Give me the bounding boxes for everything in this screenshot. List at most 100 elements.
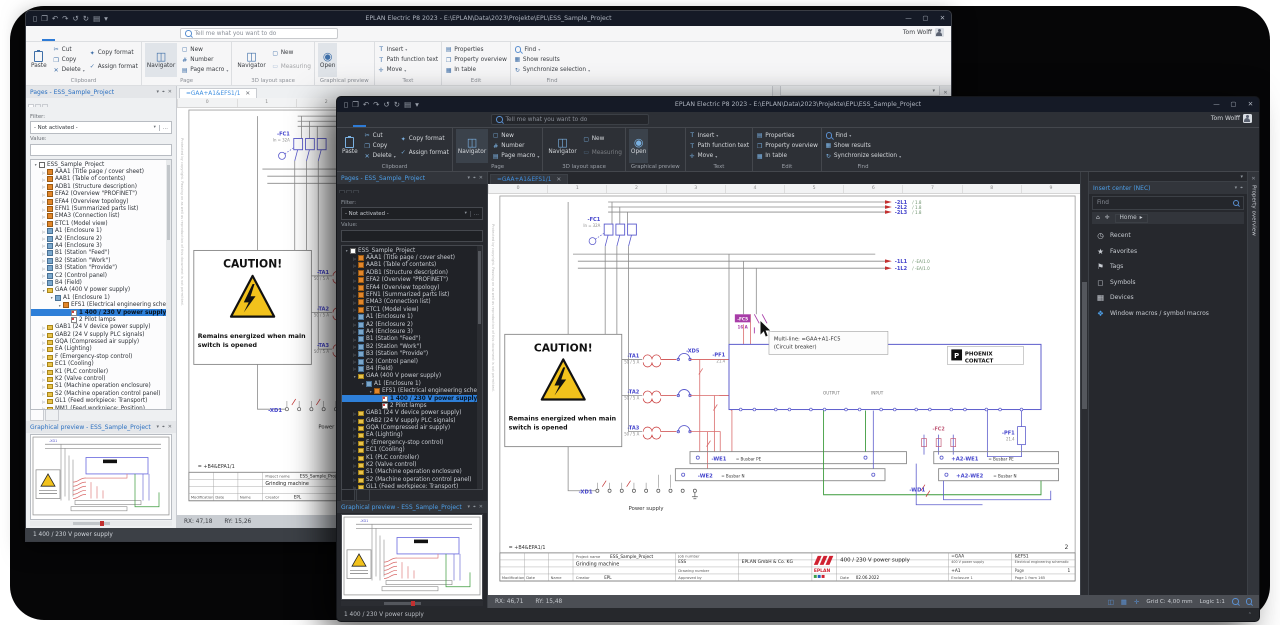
editor-vertical-scrollbar[interactable] [1080,172,1088,595]
tree-item[interactable]: ▷ A1 (Enclosure 1) [31,228,171,235]
home-icon[interactable]: ⌂ [1096,215,1100,221]
layout-navigator-button[interactable]: ◫Navigator [546,129,578,163]
ribbon-tab[interactable] [418,112,431,127]
tree-item[interactable]: ▷ EMA3 (Connection list) [342,299,482,306]
tree-item[interactable]: ▾ A1 (Enclosure 1) [31,294,171,301]
qat-icon[interactable]: ❐ [352,97,359,112]
tree-item[interactable]: ▷ K2 (Valve control) [31,375,171,382]
page-navigator-button[interactable]: ◫Navigator [456,129,488,163]
qat-icon[interactable]: ▤ [93,11,100,26]
cut-button[interactable]: ✂Cut [53,46,85,53]
close-button[interactable]: ✕ [934,11,951,26]
tree-item[interactable]: ▷ EC1 (Cooling) [31,361,171,368]
qat-icon[interactable]: ▾ [104,11,108,26]
measuring-button[interactable]: ▭Measuring [583,149,622,156]
minimize-button[interactable]: — [900,11,917,26]
preview-scrollbar[interactable] [30,521,172,526]
tree-item[interactable]: ▷ B2 (Station "Work") [31,257,171,264]
qat-icon[interactable]: ↶ [52,11,58,26]
tree-item[interactable]: 1 400 / 230 V power supply [31,309,171,316]
maximize-button[interactable]: ▢ [1225,97,1242,112]
layout-new-button[interactable]: ▢New [272,50,311,57]
qat-icon[interactable]: ↺ [72,11,78,26]
tree-item[interactable]: ▷ GAB2 (24 V supply PLC signals) [342,417,482,424]
page-macro-button[interactable]: ▤Page macro▾ [181,67,228,74]
editor-canvas[interactable]: Protected by copyright. Passing on as we… [488,194,1080,595]
tree-item[interactable]: ▷ B4 (Field) [342,365,482,372]
tree-item[interactable]: ▷ EFN1 (Summarized parts list) [342,291,482,298]
panel-pin-icon[interactable]: ⌖ [162,424,165,430]
ribbon-tab[interactable] [146,26,159,41]
panel-pin-icon[interactable]: ⌖ [1240,185,1243,191]
panel-menu-icon[interactable]: ▾ [156,89,159,95]
panel-pin-icon[interactable]: ⌖ [162,89,165,95]
tree-list-tab[interactable] [45,410,59,421]
qat-icon[interactable]: ❐ [41,11,48,26]
tree-item[interactable]: ▷ A2 (Enclosure 2) [342,321,482,328]
panel-close-icon[interactable]: ✕ [168,424,172,430]
tree-item[interactable]: ▷ B4 (Field) [31,279,171,286]
synchronize-selection-button[interactable]: ↻Synchronize selection▾ [825,153,901,160]
qat-icon[interactable]: ▯ [33,11,37,26]
graphical-preview-canvas[interactable]: -XD1 [30,434,172,520]
ribbon-tab[interactable] [42,26,55,41]
tree-item[interactable]: ▷ EFA2 (Overview "PROFINET") [31,191,171,198]
filter-more-button[interactable]: ... [159,125,168,131]
ribbon-tab[interactable] [457,112,470,127]
find-button[interactable]: Find▾ [825,132,901,139]
assign-format-button[interactable]: ✓Assign format [89,63,138,70]
path-function-text-button[interactable]: TPath function text [689,143,750,150]
properties-button[interactable]: ▤Properties [756,132,818,139]
copy-format-button[interactable]: ✦Copy format [400,136,449,143]
tree-item[interactable]: ▾ A1 (Enclosure 1) [342,380,482,387]
ribbon-tab[interactable] [133,26,146,41]
ribbon-search[interactable]: Tell me what you want to do [180,28,338,39]
zoom-in-icon[interactable] [1232,598,1239,605]
tree-item[interactable]: ▷ ADB1 (Structure description) [342,269,482,276]
copy-button[interactable]: ❐Copy [53,57,85,64]
copy-button[interactable]: ❐Copy [364,143,396,150]
property-overview-button[interactable]: ❐Property overview [756,143,818,150]
path-function-text-button[interactable]: TPath function text [378,57,439,64]
qat-icon[interactable]: ↺ [383,97,389,112]
paste-button[interactable]: Paste [29,43,49,77]
preview-open-button[interactable]: ◉Open [629,129,648,163]
layout-navigator-button[interactable]: ◫Navigator [235,43,267,77]
user-account[interactable]: Tom Wolff [1211,114,1252,123]
tree-item[interactable]: ▷ S2 (Machine operation control panel) [31,390,171,397]
ribbon-tab[interactable] [120,26,133,41]
page-new-button[interactable]: ▢New [492,132,539,139]
tree-item[interactable]: ▷ A1 (Enclosure 1) [342,314,482,321]
statusbar-expander-icon[interactable]: ⌃ [1248,612,1252,618]
page-navigator-button[interactable]: ◫Navigator [145,43,177,77]
insert-center-item[interactable]: ❖ Window macros / symbol macros [1089,306,1247,322]
insert-center-item[interactable]: ★ Favorites [1089,244,1247,260]
preview-scrollbar[interactable] [341,601,483,606]
ribbon-tab[interactable] [353,112,366,127]
qat-icon[interactable]: ↻ [394,97,400,112]
panel-close-icon[interactable]: ✕ [168,89,172,95]
property-overview-button[interactable]: ❐Property overview [445,57,507,64]
in-table-button[interactable]: ▦In table [445,67,507,74]
tree-item[interactable]: 2 Pilot lamps [342,402,482,409]
tree-item[interactable]: ▷ MM1 (Feed workpiece: Position) [31,405,171,410]
paste-button[interactable]: Paste [340,129,360,163]
grid-size-indicator[interactable]: Grid C: 4,00 mm [1146,599,1192,605]
ribbon-tab[interactable] [340,112,353,127]
panel-pin-icon[interactable]: ⌖ [473,504,476,510]
copy-format-button[interactable]: ✦Copy format [89,50,138,57]
tree-item[interactable]: 1 400 / 230 V power supply [342,395,482,402]
tree-item[interactable]: ▷ GAB1 (24 V device power supply) [31,324,171,331]
tree-item[interactable]: ▾ GAA (400 V power supply) [31,287,171,294]
ribbon-tab[interactable] [94,26,107,41]
ribbon-tab[interactable] [470,112,483,127]
filter-combobox[interactable]: - Not activated - ▾ ... [341,207,483,220]
tree-item[interactable]: ▾ EFS1 (Electrical engineering schematic… [342,387,482,394]
tree-item[interactable]: ▷ C2 (Control panel) [31,272,171,279]
user-account[interactable]: Tom Wolff [903,28,944,37]
collapsed-panel-bar[interactable]: ▾ [781,86,939,96]
tree-item[interactable]: ▷ EFA2 (Overview "PROFINET") [342,277,482,284]
find-button[interactable]: Find▾ [514,46,590,53]
tree-item[interactable]: ▷ F (Emergency-stop control) [31,353,171,360]
tree-item[interactable]: ▾ GAA (400 V power supply) [342,373,482,380]
